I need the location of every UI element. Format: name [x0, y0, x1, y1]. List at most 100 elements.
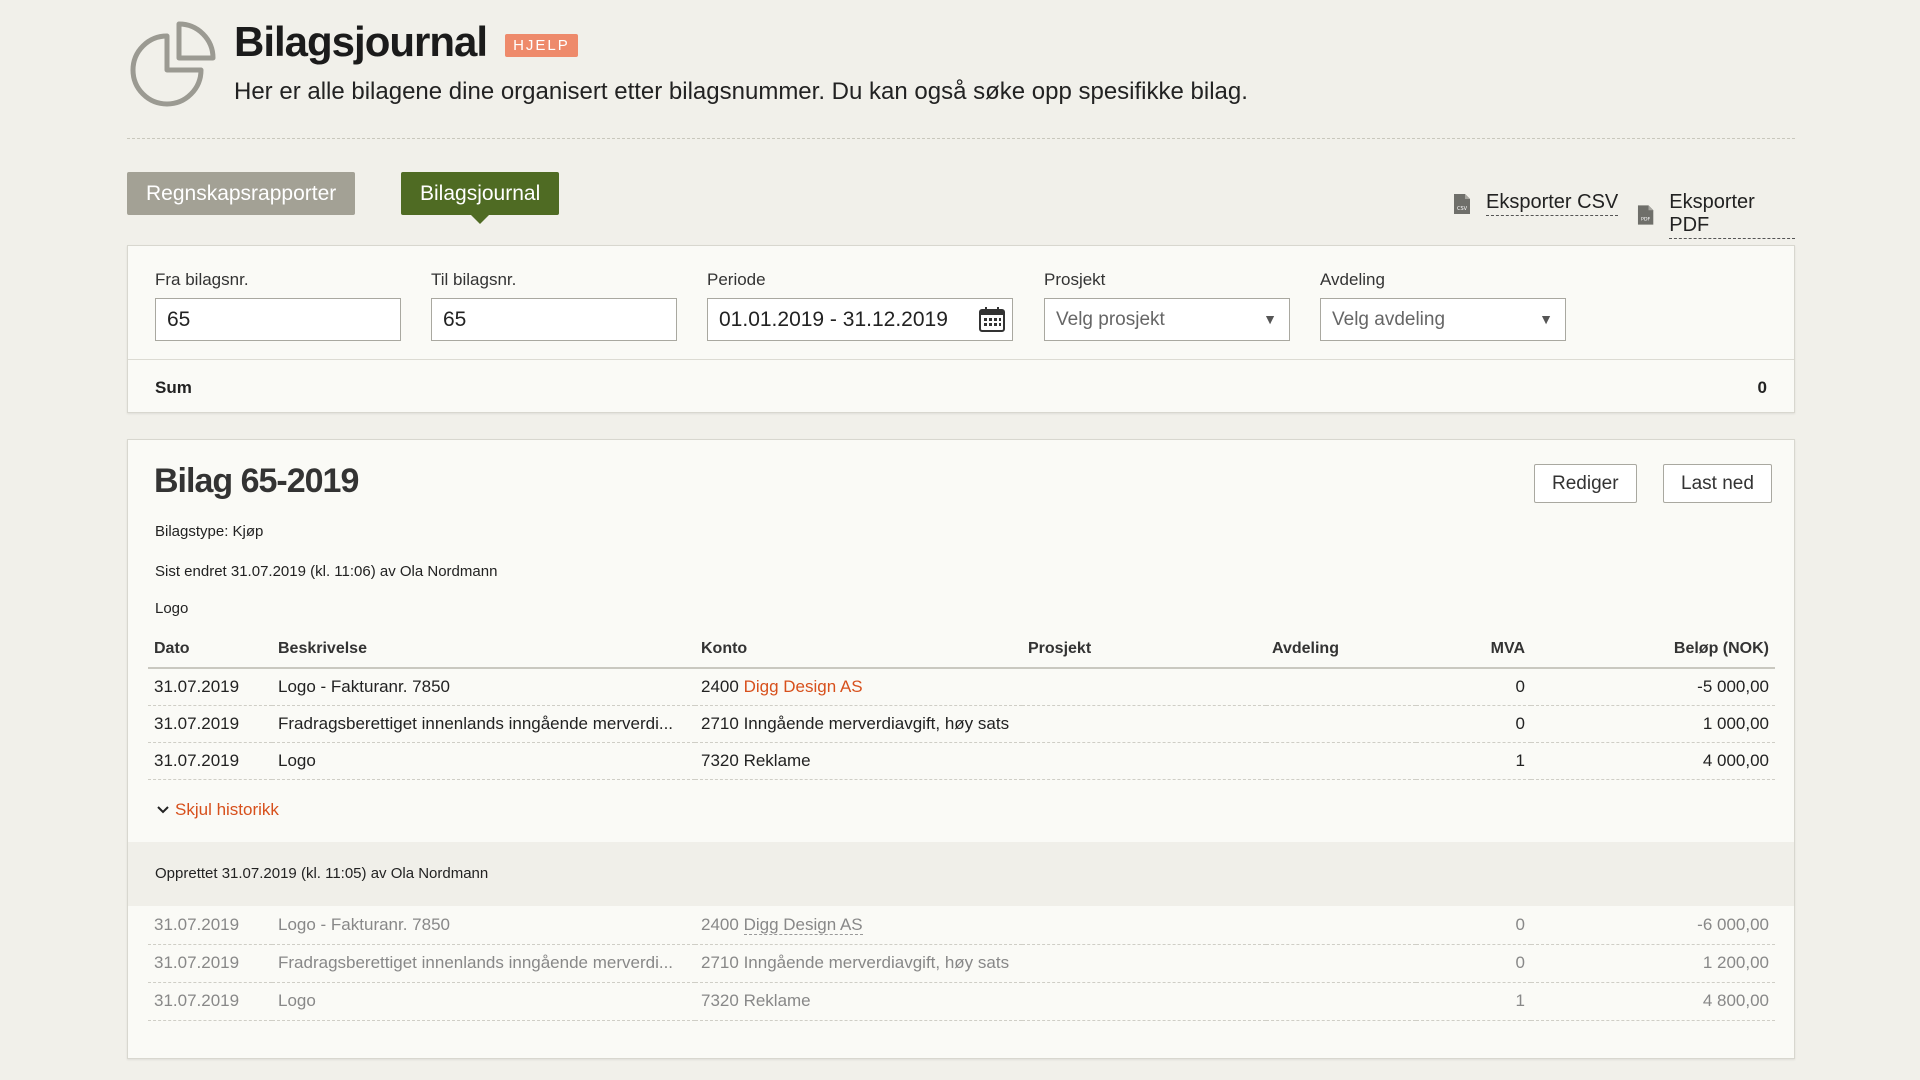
department-field: Avdeling Velg avdeling ▼ — [1320, 270, 1566, 341]
export-pdf-label: Eksporter PDF — [1669, 191, 1795, 239]
cell-project — [1022, 906, 1266, 945]
cell-description: Logo — [272, 742, 695, 780]
page-header: Bilagsjournal HJELP Her er alle bilagene… — [127, 0, 1795, 139]
toggle-history-label: Skjul historikk — [175, 800, 279, 819]
cell-date: 31.07.2019 — [148, 742, 272, 780]
project-field: Prosjekt Velg prosjekt ▼ — [1044, 270, 1290, 341]
cell-date: 31.07.2019 — [148, 668, 272, 706]
export-pdf-link[interactable]: PDF Eksporter PDF — [1637, 191, 1795, 239]
sum-label: Sum — [155, 378, 192, 397]
cell-amount: 1 200,00 — [1531, 944, 1775, 983]
csv-icon-text: CSV — [1457, 206, 1468, 212]
project-label: Prosjekt — [1044, 270, 1106, 289]
history-row: 31.07.2019 Fradragsberettiget innenlands… — [148, 944, 1775, 983]
cell-department — [1266, 944, 1416, 983]
history-row: 31.07.2019 Logo 7320 Reklame 1 4 800,00 — [148, 982, 1775, 1021]
cell-department — [1266, 668, 1416, 706]
cell-project — [1022, 668, 1266, 706]
cell-amount: 1 000,00 — [1531, 705, 1775, 743]
department-select[interactable]: Velg avdeling ▼ — [1320, 298, 1566, 341]
col-date: Dato — [148, 630, 272, 669]
edit-button[interactable]: Rediger — [1534, 464, 1637, 503]
cell-vat: 1 — [1416, 742, 1531, 780]
cell-vat: 0 — [1416, 906, 1531, 945]
cell-account: 2710 Inngående merverdiavgift, høy sats — [695, 705, 1022, 743]
supplier-link[interactable]: Digg Design AS — [743, 914, 863, 935]
voucher-type: Bilagstype: Kjøp — [155, 523, 264, 540]
period-value: 01.01.2019 - 31.12.2019 — [719, 308, 948, 331]
history-created: Opprettet 31.07.2019 (kl. 11:05) av Ola … — [155, 865, 489, 882]
table-row: 31.07.2019 Logo - Fakturanr. 7850 2400 D… — [148, 668, 1775, 706]
voucher-title: Bilag 65-2019 — [154, 462, 359, 500]
cell-department — [1266, 906, 1416, 945]
page: Bilagsjournal HJELP Her er alle bilagene… — [127, 0, 1795, 1059]
export-csv-link[interactable]: CSV Eksporter CSV — [1453, 191, 1619, 216]
col-amount: Beløp (NOK) — [1531, 630, 1775, 669]
cell-project — [1022, 705, 1266, 743]
cell-account: 7320 Reklame — [695, 742, 1022, 780]
voucher-panel: Bilag 65-2019 Rediger Last ned Bilagstyp… — [127, 439, 1795, 1059]
table-header-row: Dato Beskrivelse Konto Prosjekt Avdeling… — [148, 630, 1775, 669]
sum-row: Sum 0 — [128, 359, 1794, 413]
to-voucher-label: Til bilagsnr. — [431, 270, 517, 289]
to-voucher-input[interactable]: 65 — [431, 298, 677, 341]
cell-description: Fradragsberettiget innenlands inngående … — [272, 944, 695, 983]
supplier-link[interactable]: Digg Design AS — [744, 677, 863, 696]
cell-date: 31.07.2019 — [148, 906, 272, 945]
col-project: Prosjekt — [1022, 630, 1266, 669]
download-button[interactable]: Last ned — [1663, 464, 1772, 503]
history-header: Opprettet 31.07.2019 (kl. 11:05) av Ola … — [128, 842, 1794, 906]
period-field: Periode 01.01.2019 - 31.12.2019 — [707, 270, 1013, 341]
table-row: 31.07.2019 Logo 7320 Reklame 1 4 000,00 — [148, 742, 1775, 780]
pdf-icon-text: PDF — [1641, 217, 1651, 223]
cell-vat: 0 — [1416, 944, 1531, 983]
col-vat: MVA — [1416, 630, 1531, 669]
project-select[interactable]: Velg prosjekt ▼ — [1044, 298, 1290, 341]
voucher-last-changed: Sist endret 31.07.2019 (kl. 11:06) av Ol… — [155, 563, 498, 580]
from-voucher-input[interactable]: 65 — [155, 298, 401, 341]
pdf-file-icon: PDF — [1637, 205, 1654, 225]
sum-value: 0 — [1757, 378, 1767, 397]
cell-project — [1022, 944, 1266, 983]
col-description: Beskrivelse — [272, 630, 695, 669]
account-number: 2710 — [701, 713, 739, 733]
account-number: 7320 — [701, 750, 739, 770]
history-row: 31.07.2019 Logo - Fakturanr. 7850 2400 D… — [148, 906, 1775, 945]
period-input[interactable]: 01.01.2019 - 31.12.2019 — [707, 298, 1013, 341]
cell-vat: 0 — [1416, 705, 1531, 743]
account-number: 7320 — [701, 991, 739, 1010]
tab-regnskapsrapporter[interactable]: Regnskapsrapporter — [127, 172, 355, 215]
cell-amount: 4 000,00 — [1531, 742, 1775, 780]
cell-date: 31.07.2019 — [148, 944, 272, 983]
account-number: 2710 — [701, 953, 739, 972]
voucher-lines-table: Dato Beskrivelse Konto Prosjekt Avdeling… — [148, 630, 1775, 780]
account-name: Inngående merverdiavgift, høy sats — [743, 713, 1010, 733]
tab-bilagsjournal[interactable]: Bilagsjournal — [401, 172, 559, 224]
cell-description: Logo — [272, 982, 695, 1021]
department-label: Avdeling — [1320, 270, 1385, 289]
csv-file-icon: CSV — [1454, 193, 1470, 214]
account-number: 2400 — [701, 914, 739, 934]
pie-chart-icon — [130, 21, 216, 107]
voucher-description: Logo — [155, 600, 189, 617]
account-name: Reklame — [743, 750, 811, 770]
to-voucher-field: Til bilagsnr. 65 — [431, 270, 677, 341]
cell-date: 31.07.2019 — [148, 982, 272, 1021]
cell-amount: -6 000,00 — [1531, 906, 1775, 945]
chevron-down-icon: ▼ — [1539, 311, 1553, 327]
from-voucher-field: Fra bilagsnr. 65 — [155, 270, 401, 341]
filter-panel: Fra bilagsnr. 65 Til bilagsnr. 65 Period… — [127, 245, 1795, 413]
help-badge[interactable]: HJELP — [505, 33, 578, 57]
chevron-down-icon: ▼ — [1263, 311, 1277, 327]
toggle-history-link[interactable]: Skjul historikk — [157, 800, 279, 820]
col-department: Avdeling — [1266, 630, 1416, 669]
calendar-icon[interactable] — [978, 305, 1006, 333]
cell-account: 2400 Digg Design AS — [695, 668, 1022, 706]
table-row: 31.07.2019 Fradragsberettiget innenlands… — [148, 705, 1775, 743]
cell-vat: 0 — [1416, 668, 1531, 706]
cell-account: 2400 Digg Design AS — [695, 906, 1022, 945]
chevron-down-icon — [157, 806, 169, 814]
cell-date: 31.07.2019 — [148, 705, 272, 743]
department-select-value: Velg avdeling — [1332, 309, 1446, 330]
cell-amount: -5 000,00 — [1531, 668, 1775, 706]
